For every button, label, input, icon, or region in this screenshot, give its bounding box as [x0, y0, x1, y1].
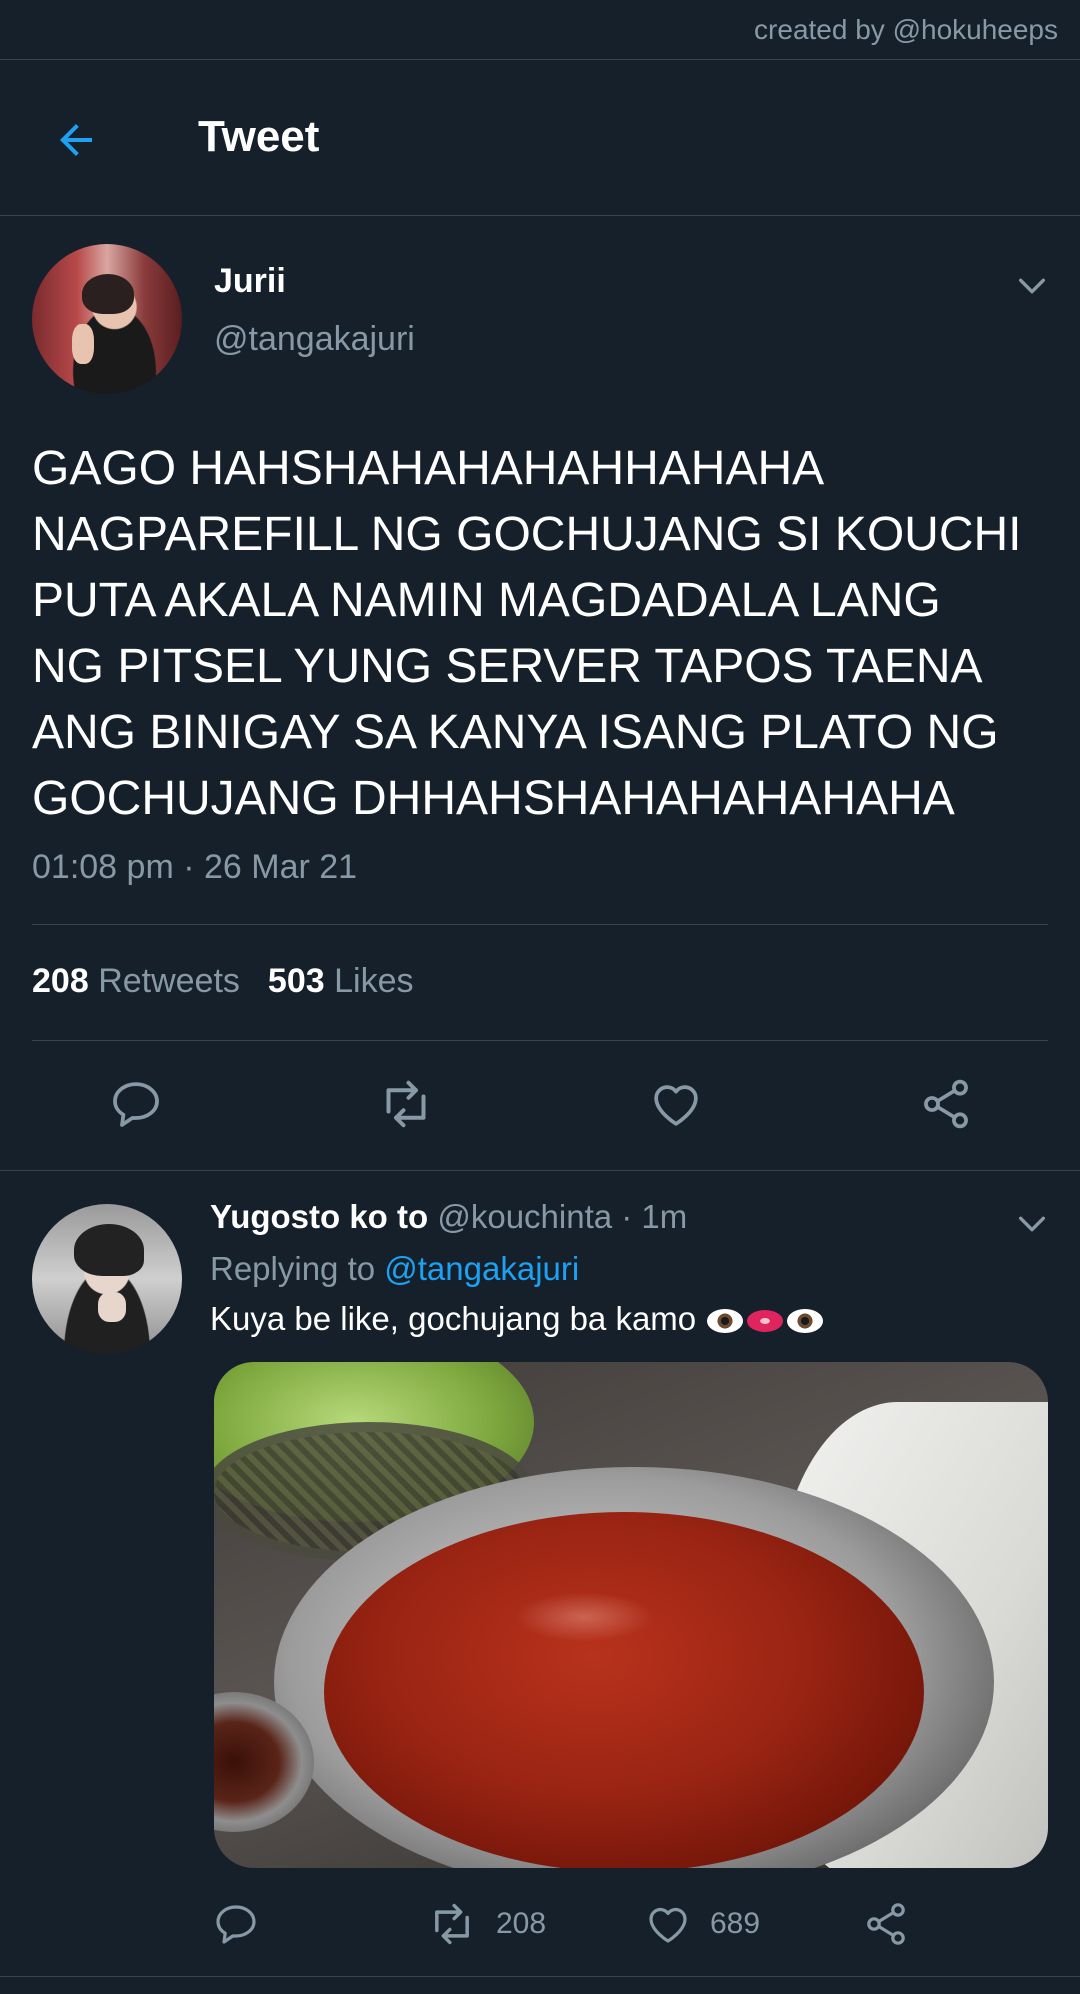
back-button[interactable] — [46, 110, 106, 170]
tweet-stats: 208 Retweets 503 Likes — [32, 962, 413, 1001]
reply-text-content: Kuya be like, gochujang ba kamo — [210, 1300, 697, 1337]
reply-author-name[interactable]: Yugosto ko to — [210, 1198, 428, 1235]
tweet-text-line: PUTA AKALA NAMIN MAGDADALA LANG — [32, 574, 941, 627]
retweets-label: Retweets — [98, 962, 240, 1000]
retweets-count: 208 — [32, 962, 89, 1000]
reply-like-count: 689 — [710, 1907, 761, 1940]
reply-retweet-button[interactable]: 208 — [426, 1894, 546, 1954]
reply-header: Yugosto ko to @kouchinta · 1m — [210, 1198, 687, 1236]
lips-emoji — [747, 1310, 784, 1333]
divider — [0, 1170, 1080, 1171]
share-button[interactable] — [916, 1074, 976, 1134]
reply-like-button[interactable]: 689 — [644, 1894, 760, 1954]
heart-icon — [654, 1085, 698, 1126]
likes-stat[interactable]: 503 Likes — [268, 962, 414, 1000]
reply-button[interactable] — [106, 1074, 166, 1134]
reply-meta: @kouchinta · 1m — [437, 1198, 688, 1235]
tweet-text-line: NAGPAREFILL NG GOCHUJANG SI KOUCHI — [32, 508, 1022, 561]
tweet-text-line: GAGO HAHSHAHAHAHAHHAHAHA — [32, 442, 825, 495]
divider — [32, 924, 1048, 925]
chevron-down-icon — [1018, 1216, 1046, 1232]
page-title: Tweet — [198, 112, 320, 161]
replying-to: Replying to @tangakajuri — [210, 1250, 579, 1288]
media-shine — [514, 1592, 654, 1642]
tweet-text-line: NG PITSEL YUNG SERVER TAPOS TAENA — [32, 640, 983, 693]
replying-handle-link[interactable]: @tangakajuri — [384, 1250, 579, 1287]
reply-author-avatar[interactable] — [32, 1204, 182, 1354]
divider — [32, 1040, 1048, 1041]
eye-emoji — [707, 1309, 744, 1334]
likes-count: 503 — [267, 962, 325, 1000]
retweets-stat[interactable]: 208 Retweets — [32, 962, 240, 1000]
reply-menu-button[interactable] — [1012, 1204, 1052, 1244]
reply-share-button[interactable] — [862, 1894, 910, 1954]
credit-text: created by @hokuheeps — [754, 14, 1058, 45]
reply-icon — [216, 1905, 256, 1944]
reply-text: Kuya be like, gochujang ba kamo — [210, 1300, 825, 1338]
author-handle[interactable]: @tangakajuri — [214, 320, 415, 359]
header: Tweet — [0, 60, 1080, 216]
eye-emoji — [787, 1309, 824, 1334]
tweet-text-line: GOCHUJANG DHHAHSHAHAHAHAHAHA — [32, 772, 955, 825]
tweet-text: GAGO HAHSHAHAHAHAHHAHAHA NAGPAREFILL NG … — [32, 436, 1052, 832]
divider — [0, 1976, 1080, 1977]
like-button[interactable] — [646, 1074, 706, 1134]
author-avatar[interactable] — [32, 244, 182, 394]
share-icon — [867, 1903, 905, 1945]
tweet-timestamp: 01:08 pm · 26 Mar 21 — [32, 848, 358, 886]
retweet-icon — [386, 1080, 426, 1128]
reply-icon — [113, 1082, 159, 1127]
reply-media-image[interactable] — [214, 1362, 1048, 1868]
tweet-text-line: ANG BINIGAY SA KANYA ISANG PLATO NG — [32, 706, 999, 759]
chevron-down-icon — [1018, 278, 1046, 294]
retweet-icon — [435, 1903, 469, 1945]
arrow-left-icon — [60, 124, 92, 156]
credit-bar: created by @hokuheeps — [0, 0, 1080, 60]
retweet-button[interactable] — [376, 1074, 436, 1134]
media-sauce — [324, 1512, 924, 1868]
share-icon — [924, 1079, 968, 1129]
author-name[interactable]: Jurii — [214, 262, 286, 301]
likes-label: Likes — [334, 962, 414, 1000]
replying-prefix: Replying to — [210, 1250, 385, 1287]
reply-reply-button[interactable] — [212, 1894, 260, 1954]
heart-icon — [649, 1907, 687, 1943]
reply-retweet-count: 208 — [496, 1907, 547, 1940]
tweet-menu-button[interactable] — [1012, 266, 1052, 306]
